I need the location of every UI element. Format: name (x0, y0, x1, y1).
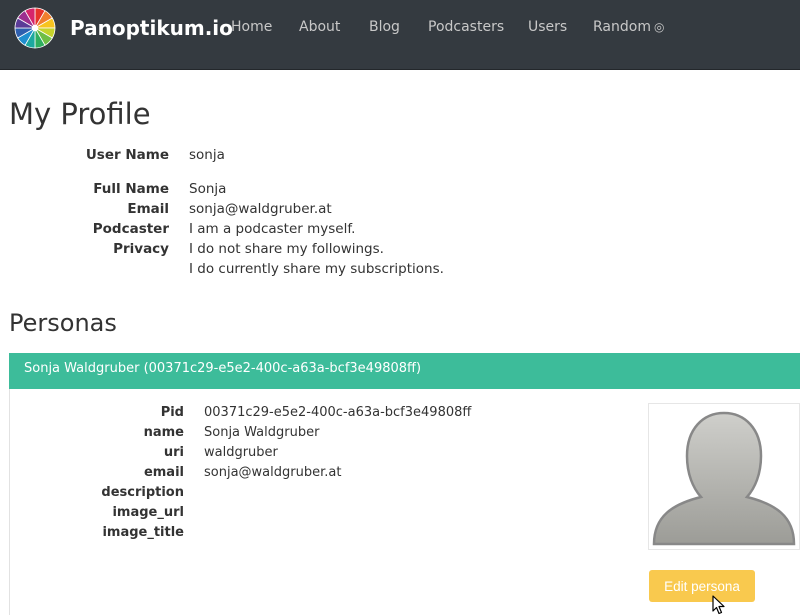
personas-title: Personas (9, 309, 117, 337)
persona-email-label: email (143, 465, 184, 480)
persona-name-value: Sonja Waldgruber (204, 425, 320, 440)
persona-header[interactable]: Sonja Waldgruber (00371c29-e5e2-400c-a63… (9, 353, 800, 389)
brand-name: Panoptikum.io (70, 16, 233, 40)
persona-pid-label: Pid (160, 405, 184, 420)
page-title: My Profile (9, 97, 151, 131)
nav-podcasters[interactable]: Podcasters (428, 19, 504, 35)
privacy-value-followings: I do not share my followings. (189, 241, 384, 257)
full-name-label: Full Name (93, 181, 169, 197)
persona-pid-value: 00371c29-e5e2-400c-a63a-bcf3e49808ff (204, 405, 472, 420)
navbar: Panoptikum.io Home About Blog Podcasters… (0, 0, 800, 70)
full-name-value: Sonja (189, 181, 227, 197)
edit-persona-button[interactable]: Edit persona (649, 570, 755, 602)
panoptikum-logo-icon (14, 7, 56, 49)
persona-uri-label: uri (163, 445, 184, 460)
nav-home[interactable]: Home (231, 19, 272, 35)
brand-link[interactable]: Panoptikum.io (14, 7, 233, 49)
persona-name-label: name (143, 425, 184, 440)
nav-blog[interactable]: Blog (369, 19, 400, 35)
podcaster-value: I am a podcaster myself. (189, 221, 356, 237)
persona-description-label: description (101, 485, 184, 500)
email-label: Email (127, 201, 169, 217)
privacy-label: Privacy (113, 241, 169, 257)
nav-random-label: Random (593, 19, 651, 35)
persona-avatar (648, 403, 800, 550)
user-name-label: User Name (85, 147, 169, 163)
persona-image-url-label: image_url (112, 505, 184, 520)
nav-about[interactable]: About (299, 19, 340, 35)
nav-random[interactable]: Random ◎ (593, 19, 664, 35)
user-name-value: sonja (189, 147, 225, 163)
persona-email-value: sonja@waldgruber.at (204, 465, 342, 480)
default-avatar-icon (652, 411, 796, 546)
nav-users[interactable]: Users (528, 19, 567, 35)
persona-uri-value: waldgruber (204, 445, 278, 460)
persona-image-title-label: image_title (102, 525, 184, 540)
podcast-icon: ◎ (653, 20, 665, 34)
privacy-value-subscriptions: I do currently share my subscriptions. (189, 261, 444, 277)
mouse-cursor-icon (712, 595, 725, 615)
email-value: sonja@waldgruber.at (189, 201, 332, 217)
podcaster-label: Podcaster (92, 221, 169, 237)
